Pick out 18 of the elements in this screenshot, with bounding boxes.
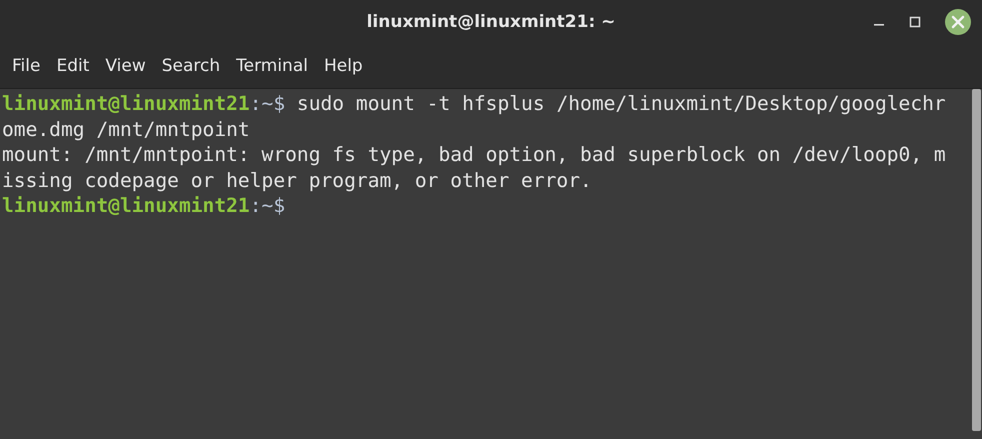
window-title: linuxmint@linuxmint21: ~	[366, 12, 616, 32]
output-text: issing codepage or helper program, or other error.	[2, 168, 592, 192]
menu-item[interactable]: Edit	[48, 52, 98, 80]
menu-item[interactable]: Terminal	[228, 52, 316, 80]
menu-item[interactable]: Help	[316, 52, 371, 80]
prompt-user: linuxmint@linuxmint21	[2, 92, 250, 115]
menu-item[interactable]: File	[4, 52, 48, 80]
scrollbar[interactable]	[972, 89, 981, 431]
prompt-path: :~$	[250, 194, 286, 217]
output-text: mount: /mnt/mntpoint: wrong fs type, bad option, bad superblock on /dev/loop0, m	[2, 143, 946, 166]
close-icon[interactable]	[944, 8, 972, 36]
maximize-icon[interactable]	[908, 15, 922, 29]
prompt-user: linuxmint@linuxmint21	[2, 194, 250, 217]
output-text: ome.dmg /mnt/mntpoint	[2, 118, 250, 140]
prompt-path: :~$	[250, 92, 286, 115]
menu-item[interactable]: View	[97, 52, 154, 80]
menu-item[interactable]: Search	[154, 52, 228, 80]
command-text: sudo mount -t hfsplus /home/linuxmint/Desktop/googlechr	[296, 92, 946, 115]
